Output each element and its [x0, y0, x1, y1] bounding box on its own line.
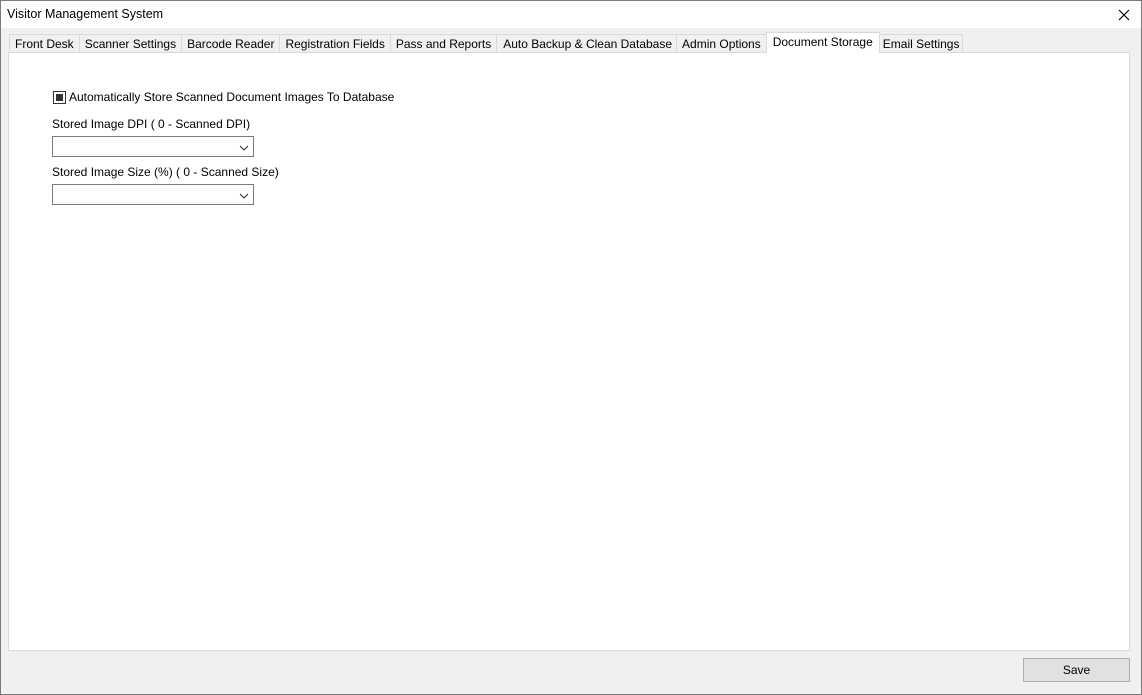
main-window: Visitor Management System Front Desk Sca… — [0, 0, 1142, 695]
auto-store-label: Automatically Store Scanned Document Ima… — [69, 90, 395, 104]
tab-pass-and-reports[interactable]: Pass and Reports — [389, 34, 498, 54]
tab-registration-fields[interactable]: Registration Fields — [279, 34, 391, 54]
close-button[interactable] — [1107, 1, 1141, 28]
dpi-combobox[interactable] — [52, 136, 254, 157]
tab-admin-options[interactable]: Admin Options — [676, 34, 767, 54]
tab-strip: Front Desk Scanner Settings Barcode Read… — [9, 32, 964, 54]
auto-store-checkbox[interactable] — [53, 90, 66, 104]
dpi-label: Stored Image DPI ( 0 - Scanned DPI) — [52, 117, 251, 131]
close-icon — [1118, 9, 1130, 21]
tab-document-storage[interactable]: Document Storage — [765, 32, 880, 53]
document-storage-panel: Automatically Store Scanned Document Ima… — [8, 52, 1130, 651]
tab-email-settings[interactable]: Email Settings — [878, 34, 964, 54]
tab-scanner-settings[interactable]: Scanner Settings — [78, 34, 183, 54]
window-title: Visitor Management System — [7, 7, 164, 21]
chevron-down-icon — [238, 142, 250, 152]
size-combobox[interactable] — [52, 184, 254, 205]
save-button[interactable]: Save — [1023, 658, 1130, 682]
auto-store-checkbox-row[interactable]: Automatically Store Scanned Document Ima… — [53, 90, 394, 104]
chevron-down-icon — [238, 190, 250, 200]
tab-auto-backup[interactable]: Auto Backup & Clean Database — [496, 34, 678, 54]
title-bar: Visitor Management System — [1, 1, 1141, 28]
tab-barcode-reader[interactable]: Barcode Reader — [181, 34, 281, 54]
size-label: Stored Image Size (%) ( 0 - Scanned Size… — [52, 165, 279, 179]
checkbox-checked-mark — [56, 93, 63, 101]
tab-front-desk[interactable]: Front Desk — [9, 34, 80, 54]
